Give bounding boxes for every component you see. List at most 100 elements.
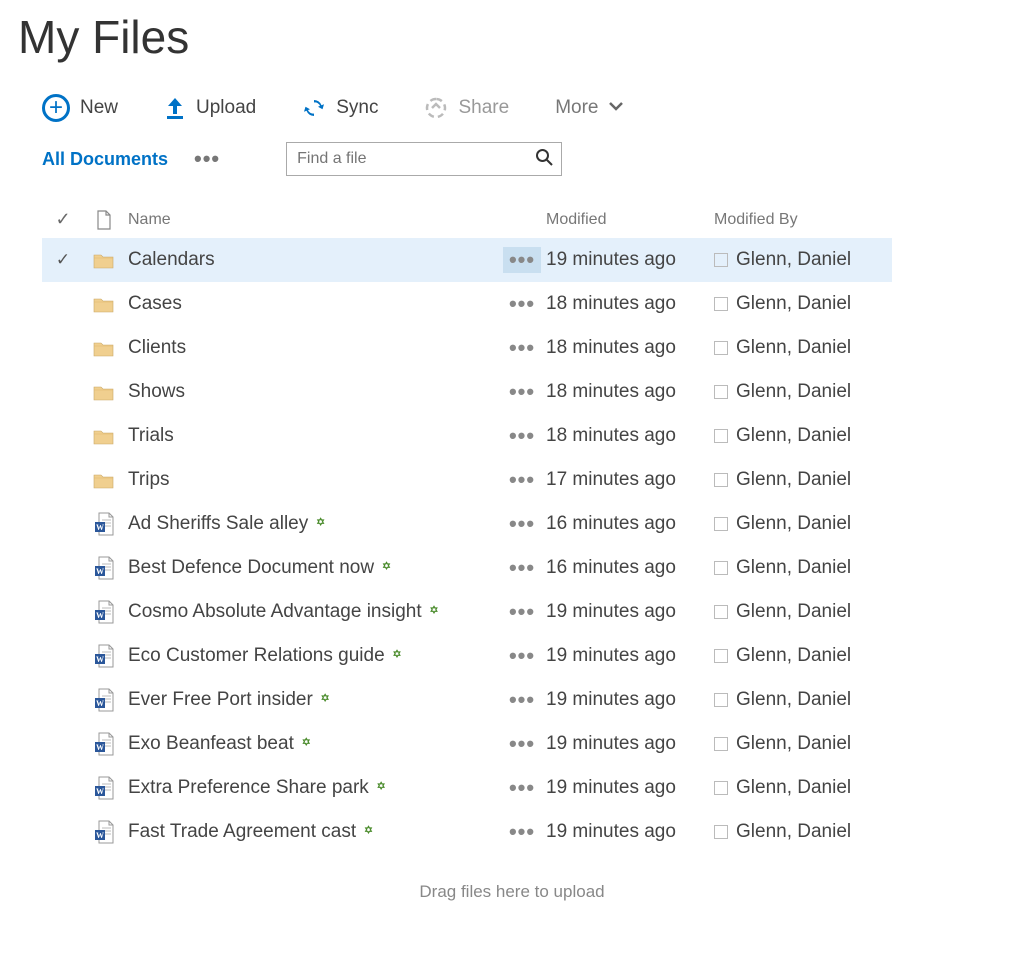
- type-column-icon[interactable]: [84, 210, 124, 230]
- row-context-menu[interactable]: •••: [503, 511, 541, 537]
- modified-time: 19 minutes ago: [546, 645, 708, 667]
- presence-indicator-icon: [714, 297, 728, 311]
- row-context-menu[interactable]: •••: [503, 335, 541, 361]
- modified-by-name[interactable]: Glenn, Daniel: [736, 821, 851, 843]
- file-name[interactable]: Trips: [128, 469, 170, 491]
- file-name[interactable]: Trials: [128, 425, 174, 447]
- file-name[interactable]: Clients: [128, 337, 186, 359]
- share-button: Share: [424, 96, 509, 120]
- row-context-menu[interactable]: •••: [503, 379, 541, 405]
- file-row[interactable]: Shows•••18 minutes agoGlenn, Daniel: [42, 370, 892, 414]
- folder-icon: [84, 383, 124, 401]
- file-name[interactable]: Exo Beanfeast beat: [128, 733, 294, 755]
- file-row[interactable]: Cosmo Absolute Advantage insight ꙳ •••19 m…: [42, 590, 892, 634]
- folder-icon: [84, 251, 124, 269]
- modified-by-name[interactable]: Glenn, Daniel: [736, 469, 851, 491]
- file-name[interactable]: Best Defence Document now: [128, 557, 374, 579]
- file-name[interactable]: Eco Customer Relations guide: [128, 645, 385, 667]
- file-row[interactable]: ✓ Calendars •••19 minutes ago Glenn, Daniel: [42, 238, 892, 282]
- row-context-menu[interactable]: •••: [503, 291, 541, 317]
- modified-time: 19 minutes ago: [546, 249, 708, 271]
- row-context-menu[interactable]: •••: [503, 423, 541, 449]
- modified-time: 16 minutes ago: [546, 557, 708, 579]
- modified-time: 19 minutes ago: [546, 821, 708, 843]
- modified-time: 17 minutes ago: [546, 469, 708, 491]
- presence-indicator-icon: [714, 253, 728, 267]
- file-row[interactable]: Exo Beanfeast beat꙳•••19 minutes agoGlen…: [42, 722, 892, 766]
- modified-column-header[interactable]: Modified: [546, 211, 708, 229]
- row-context-menu[interactable]: •••: [503, 643, 541, 669]
- modified-by-name[interactable]: Glenn, Daniel: [736, 513, 851, 535]
- modified-by-name[interactable]: Glenn, Daniel: [736, 777, 851, 799]
- modified-by-name[interactable]: Glenn, Daniel: [736, 293, 851, 315]
- view-bar: All Documents •••: [18, 142, 1006, 184]
- presence-indicator-icon: [714, 649, 728, 663]
- row-context-menu[interactable]: •••: [503, 555, 541, 581]
- new-button[interactable]: + New: [42, 94, 118, 122]
- modified-time: 18 minutes ago: [546, 337, 708, 359]
- file-name[interactable]: Cases: [128, 293, 182, 315]
- upload-button[interactable]: Upload: [164, 96, 256, 120]
- file-row[interactable]: Ad Sheriffs Sale alley꙳•••16 minutes ago…: [42, 502, 892, 546]
- folder-icon: [84, 339, 124, 357]
- presence-indicator-icon: [714, 693, 728, 707]
- search-icon[interactable]: [535, 148, 553, 171]
- row-context-menu[interactable]: •••: [503, 819, 541, 845]
- row-context-menu[interactable]: •••: [503, 599, 541, 625]
- new-badge-icon: ꙳: [430, 601, 439, 623]
- modified-by-name[interactable]: Glenn, Daniel: [736, 645, 851, 667]
- toolbar: + New Upload Sync Share More: [18, 94, 1006, 142]
- presence-indicator-icon: [714, 561, 728, 575]
- sync-button[interactable]: Sync: [302, 96, 378, 120]
- modified-by-name[interactable]: Glenn, Daniel: [736, 425, 851, 447]
- sync-label: Sync: [336, 97, 378, 119]
- file-row[interactable]: Trials•••18 minutes agoGlenn, Daniel: [42, 414, 892, 458]
- modified-time: 19 minutes ago: [546, 733, 708, 755]
- checkmark-icon: ✓: [56, 250, 70, 270]
- select-all-column[interactable]: ✓: [42, 209, 84, 230]
- file-name[interactable]: Fast Trade Agreement cast: [128, 821, 356, 843]
- file-row[interactable]: Cases•••18 minutes agoGlenn, Daniel: [42, 282, 892, 326]
- file-row[interactable]: Trips •••17 minutes ago Glenn, Daniel: [42, 458, 892, 502]
- file-row[interactable]: Clients •••18 minutes ago Glenn, Daniel: [42, 326, 892, 370]
- name-column-header[interactable]: Name: [124, 211, 498, 229]
- row-context-menu[interactable]: •••: [503, 731, 541, 757]
- modified-by-name[interactable]: Glenn, Daniel: [736, 557, 851, 579]
- share-icon: [424, 96, 448, 120]
- modified-by-name[interactable]: Glenn, Daniel: [736, 733, 851, 755]
- row-context-menu[interactable]: •••: [503, 687, 541, 713]
- file-row[interactable]: Extra Preference Share park꙳•••19 minute…: [42, 766, 892, 810]
- file-name[interactable]: Calendars: [128, 249, 215, 271]
- row-context-menu[interactable]: •••: [503, 775, 541, 801]
- file-name[interactable]: Extra Preference Share park: [128, 777, 369, 799]
- modified-by-name[interactable]: Glenn, Daniel: [736, 381, 851, 403]
- search-input[interactable]: [295, 149, 535, 169]
- file-row[interactable]: Ever Free Port insider꙳•••19 minutes ago…: [42, 678, 892, 722]
- modified-by-name[interactable]: Glenn, Daniel: [736, 689, 851, 711]
- new-badge-icon: ꙳: [316, 513, 325, 535]
- search-box[interactable]: [286, 142, 562, 176]
- file-name[interactable]: Shows: [128, 381, 185, 403]
- column-header-row: ✓ Name Modified Modified By: [42, 202, 892, 238]
- row-context-menu[interactable]: •••: [503, 247, 541, 273]
- modified-by-name[interactable]: Glenn, Daniel: [736, 249, 851, 271]
- more-label: More: [555, 97, 598, 119]
- view-more-icon[interactable]: •••: [194, 148, 220, 170]
- file-name[interactable]: Ever Free Port insider: [128, 689, 313, 711]
- modified-by-name[interactable]: Glenn, Daniel: [736, 337, 851, 359]
- modified-by-name[interactable]: Glenn, Daniel: [736, 601, 851, 623]
- file-row[interactable]: Eco Customer Relations guide꙳•••19 minut…: [42, 634, 892, 678]
- file-name[interactable]: Ad Sheriffs Sale alley: [128, 513, 308, 535]
- word-document-icon: [84, 556, 124, 580]
- modified-time: 19 minutes ago: [546, 601, 708, 623]
- file-name[interactable]: Cosmo Absolute Advantage insight: [128, 601, 422, 623]
- modified-by-column-header[interactable]: Modified By: [708, 211, 892, 229]
- plus-circle-icon: +: [42, 94, 70, 122]
- view-all-documents[interactable]: All Documents: [42, 149, 168, 170]
- file-row[interactable]: Fast Trade Agreement cast꙳•••19 minutes …: [42, 810, 892, 854]
- more-button[interactable]: More: [555, 97, 624, 119]
- row-select[interactable]: ✓: [42, 250, 84, 270]
- row-context-menu[interactable]: •••: [503, 467, 541, 493]
- file-row[interactable]: Best Defence Document now꙳•••16 minutes …: [42, 546, 892, 590]
- word-document-icon: [84, 820, 124, 844]
